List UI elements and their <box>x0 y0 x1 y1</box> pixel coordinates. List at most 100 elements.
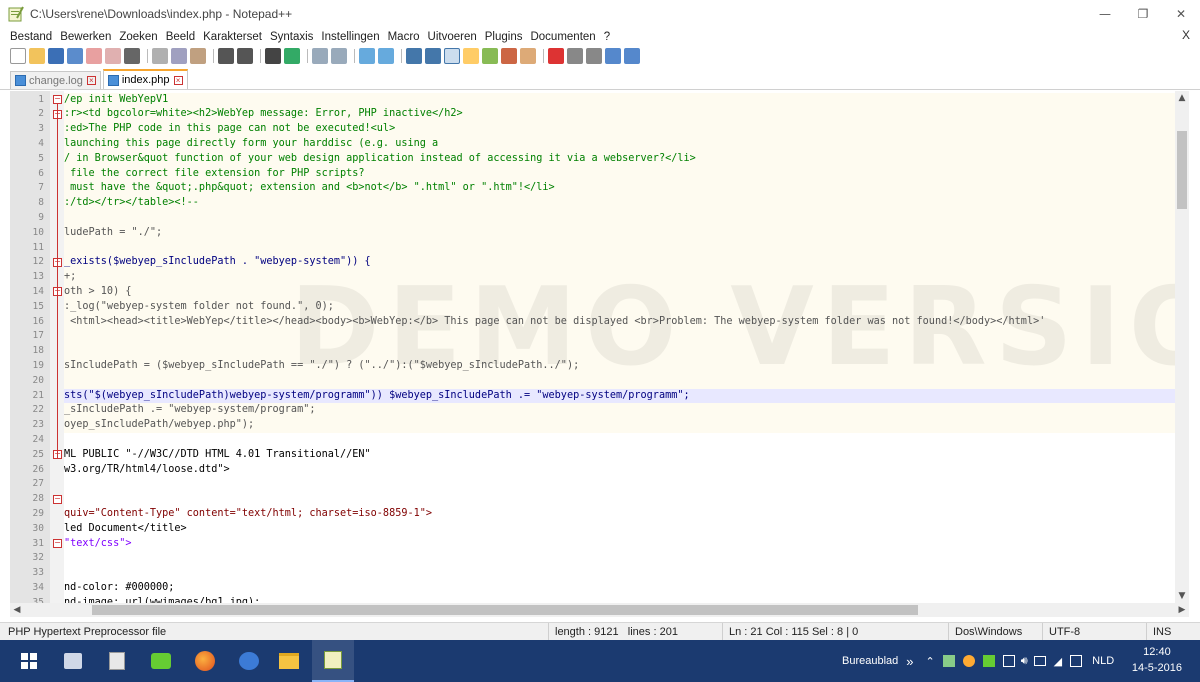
save-icon[interactable] <box>48 48 64 64</box>
close-document-button[interactable]: X <box>1182 28 1190 42</box>
undo-icon[interactable] <box>218 48 234 64</box>
desktop-toolbar-label[interactable]: Bureaublad <box>842 655 898 667</box>
code-line[interactable]: quiv="Content-Type" content="text/html; … <box>64 507 432 522</box>
menu-zoeken[interactable]: Zoeken <box>115 31 161 43</box>
fold-toggle-icon[interactable]: − <box>53 539 62 548</box>
code-editor[interactable]: 1 2 3 4 5 6 7 8 9 10 11 12 13 14 15 16 17 18 19 20 21 22 23 24 2… <box>10 91 1189 603</box>
start-button[interactable] <box>8 640 50 682</box>
taskbar-app-thunderbird[interactable] <box>228 640 270 682</box>
tab-change-log[interactable]: change.log × <box>10 71 101 89</box>
run-macro-multiple-icon[interactable] <box>605 48 621 64</box>
maximize-button[interactable]: ❐ <box>1124 0 1162 28</box>
doc-map-icon[interactable] <box>482 48 498 64</box>
taskbar-app-firefox[interactable] <box>184 640 226 682</box>
new-file-icon[interactable] <box>10 48 26 64</box>
menu-plugins[interactable]: Plugins <box>481 31 527 43</box>
menu-syntaxis[interactable]: Syntaxis <box>266 31 317 43</box>
horizontal-scroll-thumb[interactable] <box>92 605 918 615</box>
horizontal-scrollbar[interactable]: ◀ ▶ <box>10 603 1189 617</box>
code-line[interactable]: ML PUBLIC "-//W3C//DTD HTML 4.01 Transit… <box>64 448 371 463</box>
menu-macro[interactable]: Macro <box>384 31 424 43</box>
find-icon[interactable] <box>265 48 281 64</box>
code-line[interactable]: oyep_sIncludePath/webyep.php"); <box>64 418 254 433</box>
taskbar-app-messenger[interactable] <box>140 640 182 682</box>
code-line[interactable]: <html><head><title>WebYep</title></head>… <box>64 315 1045 330</box>
zoom-in-icon[interactable] <box>312 48 328 64</box>
taskbar-app-notepadpp[interactable] <box>312 640 354 682</box>
code-line[interactable]: oth > 10) { <box>64 285 131 300</box>
replace-icon[interactable] <box>284 48 300 64</box>
code-line[interactable]: _exists($webyep_sIncludePath . "webyep-s… <box>64 255 371 270</box>
menu-uitvoeren[interactable]: Uitvoeren <box>424 31 481 43</box>
scroll-down-icon[interactable]: ▼ <box>1175 589 1189 603</box>
code-line[interactable]: sts("$(webyep_sIncludePath)webyep-system… <box>64 389 690 404</box>
tab-close-icon[interactable]: × <box>173 75 183 85</box>
code-line[interactable]: _sIncludePath .= "webyep-system/program"… <box>64 403 315 418</box>
taskbar-app-file-explorer[interactable] <box>268 640 310 682</box>
volume-icon[interactable]: 🔊︎ <box>1021 655 1028 668</box>
wifi-icon[interactable]: ◢ <box>1054 655 1062 668</box>
tray-expand-icon[interactable]: ⌃ <box>926 655 935 668</box>
save-macro-icon[interactable] <box>624 48 640 64</box>
minimize-button[interactable]: — <box>1086 0 1124 28</box>
close-all-icon[interactable] <box>105 48 121 64</box>
menu-bewerken[interactable]: Bewerken <box>56 31 115 43</box>
sync-vertical-icon[interactable] <box>359 48 375 64</box>
open-folder-icon[interactable] <box>29 48 45 64</box>
tray-app-icon[interactable] <box>982 655 995 667</box>
code-line[interactable]: must have the &quot;.php&quot; extension… <box>64 181 555 196</box>
tray-app-icon[interactable] <box>942 655 955 667</box>
menu-bestand[interactable]: Bestand <box>6 31 56 43</box>
taskbar-app-network[interactable] <box>52 640 94 682</box>
scroll-right-icon[interactable]: ▶ <box>1175 603 1189 617</box>
code-line[interactable]: launching this page directly form your h… <box>64 137 438 152</box>
code-line[interactable]: /ep init WebYepV1 <box>64 93 168 108</box>
battery-icon[interactable] <box>1002 655 1015 667</box>
tray-app-icon[interactable] <box>962 655 975 667</box>
close-file-icon[interactable] <box>86 48 102 64</box>
indent-guide-icon[interactable] <box>444 48 460 64</box>
menu-beeld[interactable]: Beeld <box>162 31 199 43</box>
code-line[interactable]: file the correct file extension for PHP … <box>64 167 364 182</box>
language-icon[interactable] <box>463 48 479 64</box>
toolbar-chevron-icon[interactable]: » <box>906 654 913 669</box>
code-line[interactable]: :/td></tr></table><!-- <box>64 196 199 211</box>
code-line[interactable]: :ed>The PHP code in this page can not be… <box>64 122 395 137</box>
code-text-area[interactable]: DEMO VERSION /ep init WebYepV1:r><td bgc… <box>64 91 1175 604</box>
tab-close-icon[interactable]: × <box>86 76 96 85</box>
scroll-left-icon[interactable]: ◀ <box>10 603 24 617</box>
copy-icon[interactable] <box>171 48 187 64</box>
folder-workspace-icon[interactable] <box>520 48 536 64</box>
code-line[interactable]: / in Browser&quot function of your web d… <box>64 152 696 167</box>
zoom-out-icon[interactable] <box>331 48 347 64</box>
code-line[interactable]: :r><td bgcolor=white><h2>WebYep message:… <box>64 107 463 122</box>
scroll-up-icon[interactable]: ▲ <box>1175 91 1189 105</box>
close-window-button[interactable]: ✕ <box>1162 0 1200 28</box>
code-line[interactable]: ludePath = "./"; <box>64 226 162 241</box>
redo-icon[interactable] <box>237 48 253 64</box>
function-list-icon[interactable] <box>501 48 517 64</box>
code-line[interactable]: +; <box>64 270 76 285</box>
code-line[interactable]: sIncludePath = ($webyep_sIncludePath == … <box>64 359 579 374</box>
vertical-scroll-thumb[interactable] <box>1177 131 1187 209</box>
menu-documenten[interactable]: Documenten <box>526 31 599 43</box>
play-macro-icon[interactable] <box>586 48 602 64</box>
network-icon[interactable] <box>1033 656 1046 666</box>
paste-icon[interactable] <box>190 48 206 64</box>
save-all-icon[interactable] <box>67 48 83 64</box>
code-line[interactable]: led Document</title> <box>64 522 187 537</box>
code-line[interactable]: nd-image: url(wwimages/bg1.jpg); <box>64 596 260 603</box>
menu-karakterset[interactable]: Karakterset <box>199 31 266 43</box>
stop-macro-icon[interactable] <box>567 48 583 64</box>
sync-horizontal-icon[interactable] <box>378 48 394 64</box>
cut-icon[interactable] <box>152 48 168 64</box>
code-line[interactable]: w3.org/TR/html4/loose.dtd"> <box>64 463 230 478</box>
system-clock[interactable]: 12:40 14-5-2016 <box>1132 644 1182 676</box>
record-macro-icon[interactable] <box>548 48 564 64</box>
fold-toggle-icon[interactable]: − <box>53 494 62 504</box>
code-line[interactable]: nd-color: #000000; <box>64 581 174 596</box>
vertical-scrollbar[interactable]: ▲ ▼ <box>1175 91 1189 603</box>
code-line[interactable]: "text/css"> <box>64 537 131 552</box>
menu-instellingen[interactable]: Instellingen <box>317 31 383 43</box>
keyboard-icon[interactable] <box>1070 655 1083 667</box>
